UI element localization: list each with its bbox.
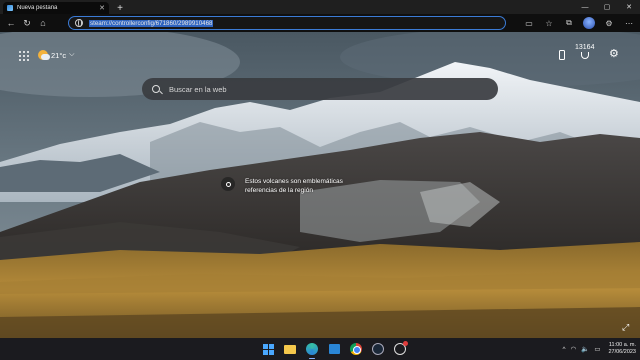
folder-icon [284,344,296,354]
trophy-icon [580,52,589,59]
tray-overflow-chevron-icon[interactable]: ^ [562,346,565,353]
page-settings-icon[interactable]: ⚙ [609,48,621,60]
close-window-button[interactable]: ✕ [618,0,640,14]
new-tab-page: 21°c ⌵ 13164 ⚙ Estos volcanes son emblem… [0,32,640,338]
search-input[interactable] [169,84,469,94]
tab-title: Nueva pestaña [17,5,58,11]
profile-avatar[interactable] [582,16,596,30]
wifi-icon[interactable]: ◠ [571,345,577,353]
taskbar-apps [260,341,408,359]
start-button[interactable] [260,341,276,357]
new-tab-favicon-icon [7,5,13,11]
search-box[interactable] [142,78,498,100]
refresh-button[interactable]: ↻ [20,16,34,30]
active-indicator [309,357,315,359]
chrome-icon [350,343,362,355]
logitech-g-hub-button[interactable] [392,341,408,357]
more-icon[interactable]: ⋯ [622,16,636,30]
image-caption: Estos volcanes son emblemáticas referenc… [245,178,343,194]
rewards-count: 13164 [575,44,595,51]
ntp-header: 21°c ⌵ 13164 ⚙ [0,32,640,72]
address-bar-url[interactable]: steam://controllerconfig/671860/29899104… [89,19,214,27]
browser-toolbar: ← ↻ ⌂ steam://controllerconfig/671860/29… [0,14,640,32]
edge-button[interactable] [304,341,320,359]
taskbar-clock[interactable]: 11:00 a. m. 27/06/2023 [608,342,636,356]
avatar [583,17,595,29]
chrome-button[interactable] [348,341,364,357]
partly-sunny-icon [38,50,50,60]
volume-icon[interactable]: 🔈 [581,345,589,353]
home-button[interactable]: ⌂ [36,16,50,30]
file-explorer-button[interactable] [282,341,298,357]
steam-icon [372,343,384,355]
weather-widget[interactable]: 21°c ⌵ [38,50,74,60]
globe-icon [75,19,83,27]
windows-logo-icon [262,343,274,355]
phone-icon[interactable] [559,50,565,60]
steam-button[interactable] [370,341,386,357]
windows-taskbar: ^ ◠ 🔈 ▭ 11:00 a. m. 27/06/2023 [0,338,640,360]
notification-badge [403,341,408,346]
expand-icon[interactable]: ⤢ [622,322,629,333]
edge-icon [306,343,318,355]
store-icon [328,344,340,354]
tab-new-tab[interactable]: Nueva pestaña ✕ [3,2,109,14]
chevron-down-icon: ⌵ [69,51,75,58]
reader-view-icon[interactable]: ▭ [522,16,536,30]
back-button[interactable]: ← [4,16,18,30]
image-info-hotspot[interactable]: Estos volcanes son emblemáticas referenc… [221,177,365,195]
extensions-icon[interactable]: ⚙ [602,16,616,30]
apps-launcher-icon[interactable] [19,51,29,61]
battery-icon[interactable]: ▭ [594,345,600,353]
microsoft-store-button[interactable] [326,341,342,357]
clock-date: 27/06/2023 [608,349,636,355]
window-controls: — ▢ ✕ [574,0,640,14]
image-search-icon[interactable] [221,177,235,191]
tab-close-icon[interactable]: ✕ [99,4,105,12]
weather-temperature: 21°c [51,50,67,60]
search-icon [152,85,160,93]
address-bar[interactable]: steam://controllerconfig/671860/29899104… [68,16,506,30]
title-bar: Nueva pestaña ✕ + — ▢ ✕ [0,0,640,14]
new-tab-button[interactable]: + [113,2,127,14]
rewards-widget[interactable]: 13164 [575,44,594,59]
maximize-button[interactable]: ▢ [596,0,618,14]
collections-icon[interactable]: ⧉ [562,16,576,30]
clock-time: 11:00 a. m. [608,342,636,348]
toolbar-actions: ▭ ☆ ⧉ ⚙ ⋯ [522,16,636,30]
minimize-button[interactable]: — [574,0,596,14]
favorites-icon[interactable]: ☆ [542,16,556,30]
system-tray: ^ ◠ 🔈 ▭ 11:00 a. m. 27/06/2023 [562,340,636,358]
